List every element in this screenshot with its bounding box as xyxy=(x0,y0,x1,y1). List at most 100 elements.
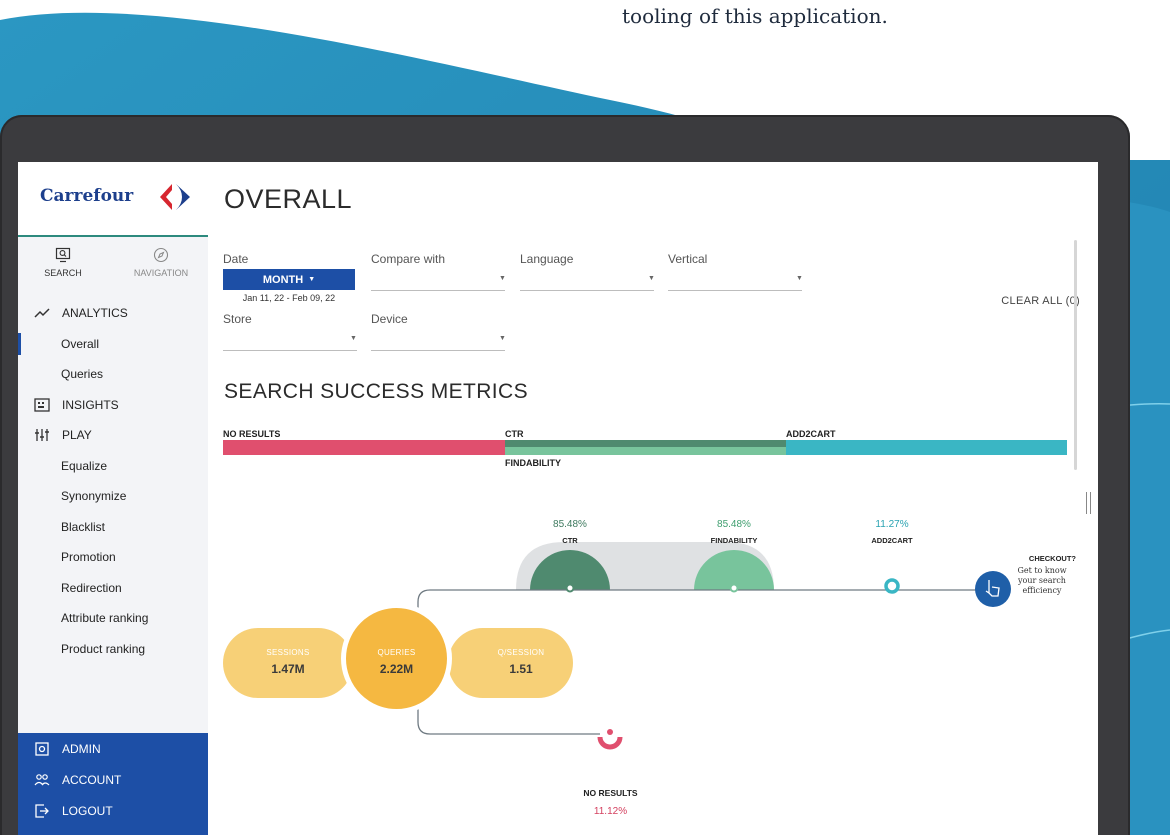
users-icon xyxy=(32,773,52,787)
carrefour-logo-icon xyxy=(160,184,190,210)
sidebar-item-label: ADMIN xyxy=(62,741,101,756)
sidebar-item-label: Attribute ranking xyxy=(61,611,149,626)
section-title: SEARCH SUCCESS METRICS xyxy=(224,380,529,403)
sidebar-item-product-ranking[interactable]: Product ranking xyxy=(18,634,208,665)
caret-down-icon: ▼ xyxy=(499,275,506,282)
date-range-text: Jan 11, 22 - Feb 09, 22 xyxy=(242,293,336,303)
sidebar-item-label: Queries xyxy=(61,367,104,382)
findability-value: 85.48% xyxy=(717,519,751,530)
sidebar-item-label: INSIGHTS xyxy=(62,397,119,412)
sidebar-item-insights[interactable]: INSIGHTS xyxy=(18,390,208,421)
no-results-bar xyxy=(223,440,505,455)
store-select[interactable] xyxy=(223,350,357,351)
q-session-value: 1.51 xyxy=(509,662,533,676)
findability-bar-label: FINDABILITY xyxy=(505,458,561,468)
sidebar-item-synonymize[interactable]: Synonymize xyxy=(18,481,208,512)
checkout-title: CHECKOUT? xyxy=(1028,554,1076,563)
sidebar-menu: ANALYTICS Overall Queries INSIGHTS PLAY … xyxy=(18,298,208,664)
ctr-bar-label: CTR xyxy=(505,429,524,439)
caret-down-icon: ▼ xyxy=(499,335,506,342)
mode-navigation-label: NAVIGATION xyxy=(133,268,189,278)
sidebar-item-overall[interactable]: Overall xyxy=(18,329,208,360)
sidebar-item-label: ANALYTICS xyxy=(62,306,128,321)
sidebar-item-redirection[interactable]: Redirection xyxy=(18,573,208,604)
language-label: Language xyxy=(520,252,574,266)
sidebar-item-label: Redirection xyxy=(61,580,122,595)
ctr-label: CTR xyxy=(562,536,578,545)
sidebar-item-label: Synonymize xyxy=(61,489,127,504)
add2cart-bar xyxy=(786,440,1067,455)
caret-down-icon: ▼ xyxy=(648,275,655,282)
sidebar-item-label: Promotion xyxy=(61,550,116,565)
device-label: Device xyxy=(371,312,408,326)
sidebar-item-label: LOGOUT xyxy=(62,803,113,818)
sidebar-item-label: Blacklist xyxy=(61,519,106,534)
sidebar: Carrefour SEARCH NAVIGATION ANALYTICS Ov… xyxy=(18,162,208,835)
mode-switch: SEARCH NAVIGATION xyxy=(18,246,208,294)
store-label: Store xyxy=(223,312,252,326)
add2cart-bar-label: ADD2CART xyxy=(786,429,836,439)
compare-with-select[interactable] xyxy=(371,290,505,291)
main-content: OVERALL Date MONTH ▼ Jan 11, 22 - Feb 09… xyxy=(208,162,1098,835)
sidebar-item-queries[interactable]: Queries xyxy=(18,359,208,390)
brand-name: Carrefour xyxy=(40,186,134,206)
sidebar-item-equalize[interactable]: Equalize xyxy=(18,451,208,482)
caption-text: tooling of this application. xyxy=(622,4,888,28)
trend-icon xyxy=(32,307,52,319)
no-results-value: 11.12% xyxy=(593,806,628,817)
sidebar-item-play[interactable]: PLAY xyxy=(18,420,208,451)
language-select[interactable] xyxy=(520,290,654,291)
sidebar-item-label: Equalize xyxy=(61,458,108,473)
queries-label: QUERIES xyxy=(377,648,416,657)
sidebar-item-admin[interactable]: ADMIN xyxy=(18,733,208,764)
findability-label: FINDABILITY xyxy=(710,536,758,545)
scrollbar[interactable] xyxy=(1074,240,1077,470)
app-screen: Carrefour SEARCH NAVIGATION ANALYTICS Ov… xyxy=(18,162,1098,835)
caret-down-icon: ▼ xyxy=(308,276,316,283)
logout-icon xyxy=(32,803,52,818)
device-select[interactable] xyxy=(371,350,505,351)
checkout-description: Get to know your search efficiency xyxy=(1008,566,1076,596)
caret-down-icon: ▼ xyxy=(350,335,357,342)
sidebar-item-logout[interactable]: LOGOUT xyxy=(18,795,208,826)
add2cart-label: ADD2CART xyxy=(871,536,913,545)
vertical-select[interactable] xyxy=(668,290,802,291)
q-session-label: Q/SESSION xyxy=(497,648,545,657)
sliders-icon xyxy=(32,428,52,442)
sidebar-item-attribute-ranking[interactable]: Attribute ranking xyxy=(18,603,208,634)
brand-divider xyxy=(18,235,208,237)
mode-search-label: SEARCH xyxy=(44,268,82,278)
compass-icon xyxy=(153,247,169,263)
date-label: Date xyxy=(223,252,249,266)
no-results-label: NO RESULTS xyxy=(583,788,638,798)
sidebar-item-analytics[interactable]: ANALYTICS xyxy=(18,298,208,329)
resize-handle[interactable] xyxy=(1086,492,1091,514)
vertical-label: Vertical xyxy=(668,252,708,266)
sessions-label: SESSIONS xyxy=(266,648,310,657)
month-dropdown-button[interactable]: MONTH ▼ xyxy=(223,269,355,290)
ctr-value: 85.48% xyxy=(553,519,587,530)
checkout-line: efficiency xyxy=(1022,586,1062,595)
mode-navigation[interactable]: NAVIGATION xyxy=(116,246,206,278)
brand-header: Carrefour xyxy=(18,162,208,237)
gear-box-icon xyxy=(32,741,52,756)
sidebar-item-promotion[interactable]: Promotion xyxy=(18,542,208,573)
caret-down-icon: ▼ xyxy=(796,275,803,282)
checkout-line: Get to know xyxy=(1017,566,1067,575)
queries-circle xyxy=(341,603,452,714)
compare-with-label: Compare with xyxy=(371,252,446,266)
clear-all-button[interactable]: CLEAR ALL (0) xyxy=(1001,295,1080,307)
sidebar-bottom-menu: ADMIN ACCOUNT LOGOUT xyxy=(18,733,208,835)
insights-icon xyxy=(32,398,52,412)
checkout-line: your search xyxy=(1018,576,1066,585)
page-title: OVERALL xyxy=(224,184,353,214)
sidebar-item-label: PLAY xyxy=(62,428,92,443)
queries-value: 2.22M xyxy=(379,662,414,676)
mode-search[interactable]: SEARCH xyxy=(18,246,108,278)
sidebar-item-account[interactable]: ACCOUNT xyxy=(18,764,208,795)
sidebar-item-blacklist[interactable]: Blacklist xyxy=(18,512,208,543)
month-button-label: MONTH xyxy=(262,273,304,286)
funnel-diagram: 85.48% CTR 85.48% FINDABILITY 11.27% ADD… xyxy=(208,492,1098,835)
sidebar-item-label: Overall xyxy=(61,336,100,351)
no-results-bar-label: NO RESULTS xyxy=(223,429,281,439)
